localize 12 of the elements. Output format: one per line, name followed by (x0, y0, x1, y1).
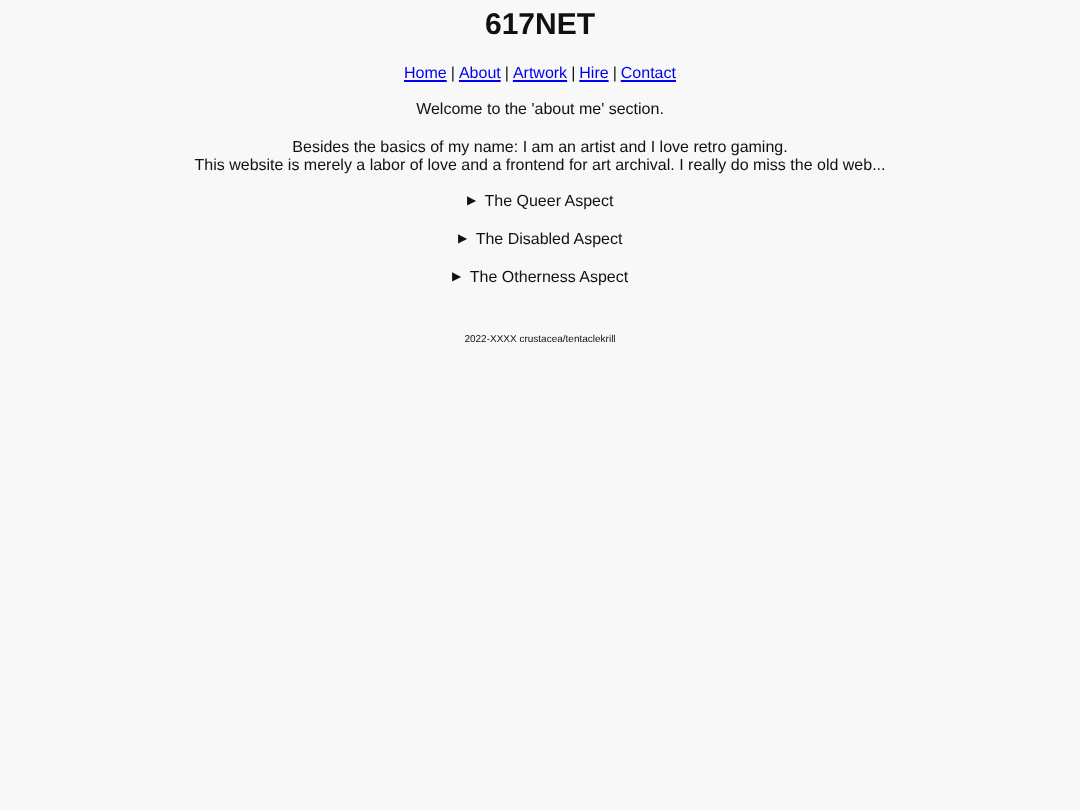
site-title: 617NET (484, 8, 596, 44)
welcome-text: Welcome to the 'about me' section. (416, 100, 664, 120)
intro-paragraph: Besides the basics of my name: I am an artist and I love retro gaming. This website is merely a labor of love and a frontend for art archival. I really do miss the old web... (194, 138, 886, 174)
nav-link[interactable]: Home (404, 64, 447, 84)
separator: | (612, 64, 617, 84)
nav-link[interactable]: About (458, 64, 501, 84)
nav-link[interactable]: Hire (579, 64, 609, 84)
separator: | (571, 64, 576, 84)
nav-link[interactable]: Contact (620, 64, 676, 84)
separator: | (504, 64, 509, 84)
nav-link[interactable]: Artwork (512, 64, 568, 84)
separator: | (450, 64, 455, 84)
